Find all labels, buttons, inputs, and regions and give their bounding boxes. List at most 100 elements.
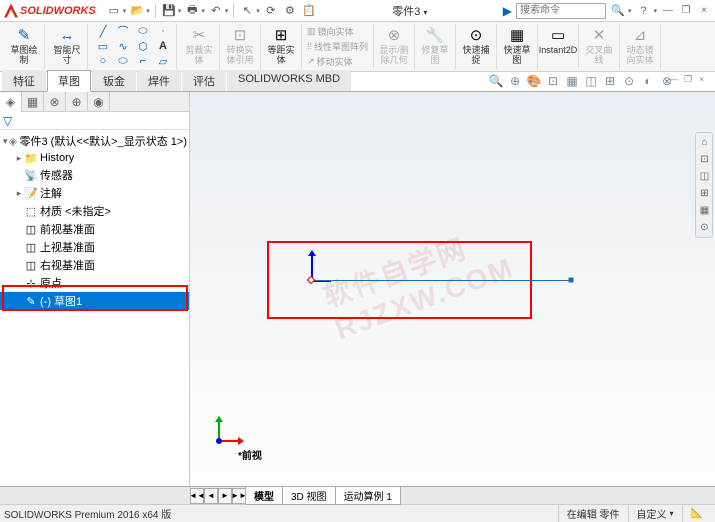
point-tool[interactable]: · xyxy=(153,24,173,38)
tree-node[interactable]: ▸📝注解 xyxy=(0,184,189,202)
dropdown-icon[interactable]: ▾ xyxy=(201,7,205,15)
line-tool[interactable]: ╱ xyxy=(93,24,113,38)
tab-SOLIDWORKS MBD[interactable]: SOLIDWORKS MBD xyxy=(227,70,351,91)
ribbon-button[interactable]: ⊙快速捕 捉 xyxy=(459,24,493,67)
dropdown-icon[interactable]: ▾ xyxy=(146,7,150,15)
sketch-origin-marker[interactable] xyxy=(307,276,315,284)
sidebar-tab-icon[interactable]: ◉ xyxy=(88,92,110,112)
sketch-button[interactable]: ✎ 草图绘 制 xyxy=(7,24,41,67)
view-tool-icon[interactable]: ⊞ xyxy=(602,73,618,89)
command-tabs: 特征草图钣金焊件评估SOLIDWORKS MBD 🔍⊕🎨⊡▦◫⊞⊙◐⊗ — ❐ … xyxy=(0,72,715,92)
scroll-first-icon[interactable]: ◄◄ xyxy=(190,488,204,504)
scroll-prev-icon[interactable]: ◄ xyxy=(204,488,218,504)
ribbon-button: ✂剪裁实 体 xyxy=(182,24,216,67)
sidebar-tab-icon[interactable]: ⊕ xyxy=(66,92,88,112)
sketch-tools-group: ╱ ▭ ○ ⌒ ∿ ⬭ ⬭ ⬡ ⌐ · A ▱ xyxy=(90,24,177,69)
tab-焊件[interactable]: 焊件 xyxy=(137,70,181,91)
ribbon-button: ✕交叉曲 线 xyxy=(582,24,616,67)
ribbon: ✎ 草图绘 制 ↔ 智能尺 寸 ╱ ▭ ○ ⌒ ∿ ⬭ ⬭ ⬡ ⌐ · A ▱ xyxy=(0,22,715,72)
circle-tool[interactable]: ○ xyxy=(93,54,113,68)
view-tool-icon[interactable]: 🔍 xyxy=(488,73,504,89)
tree-node[interactable]: ⊹原点 xyxy=(0,274,189,292)
minimize-button[interactable]: — xyxy=(661,4,675,18)
sketch-line[interactable] xyxy=(311,280,571,281)
taskpane-icon[interactable]: ⊞ xyxy=(697,186,712,201)
qat-undo-icon[interactable]: ↶ xyxy=(208,3,224,19)
bottom-tab[interactable]: 运动算例 1 xyxy=(335,486,401,505)
qat-new-icon[interactable]: ▭ xyxy=(106,3,122,19)
qat-rebuild-icon[interactable]: ⟳ xyxy=(263,3,279,19)
tree-node[interactable]: ◫前视基准面 xyxy=(0,220,189,238)
text-tool[interactable]: A xyxy=(153,39,173,53)
doc-min-icon[interactable]: — xyxy=(669,74,681,86)
quick-access-toolbar: ▭▾ 📂▾ 💾▾ 🖶▾ ↶▾ ↖▾ ⟳ ⚙ 📋 xyxy=(106,3,317,19)
sketch-endpoint[interactable] xyxy=(569,278,574,283)
orientation-triad[interactable] xyxy=(210,410,250,450)
sidebar-tab-icon[interactable]: ▦ xyxy=(22,92,44,112)
tab-钣金[interactable]: 钣金 xyxy=(92,70,136,91)
rect-tool[interactable]: ▭ xyxy=(93,39,113,53)
view-tool-icon[interactable]: ▦ xyxy=(564,73,580,89)
scroll-last-icon[interactable]: ►► xyxy=(232,488,246,504)
dropdown-icon[interactable]: ▾ xyxy=(256,7,260,15)
doc-close-icon[interactable]: × xyxy=(699,74,711,86)
fillet-tool[interactable]: ⌐ xyxy=(133,54,153,68)
arc-tool[interactable]: ⌒ xyxy=(113,24,133,38)
search-button-icon[interactable]: 🔍 xyxy=(610,3,626,19)
tree-node[interactable]: ✎(-) 草图1 xyxy=(0,292,189,310)
qat-print-icon[interactable]: 🖶 xyxy=(184,3,200,19)
slot-tool[interactable]: ⬭ xyxy=(133,24,153,38)
taskpane-icon[interactable]: ⊡ xyxy=(697,152,712,167)
qat-select-icon[interactable]: ↖ xyxy=(239,3,255,19)
ellipse-tool[interactable]: ⬭ xyxy=(113,54,133,68)
ribbon-button[interactable]: ▦快速草 图 xyxy=(500,24,534,67)
sidebar-tab-icon[interactable]: ◈ xyxy=(0,92,22,112)
dropdown-icon[interactable]: ▾ xyxy=(225,7,229,15)
tree-node[interactable]: 📡传感器 xyxy=(0,166,189,184)
dropdown-icon[interactable]: ▾ xyxy=(178,7,182,15)
taskpane-icon[interactable]: ◫ xyxy=(697,169,712,184)
filter-icon[interactable]: ▽ xyxy=(3,114,12,128)
view-tool-icon[interactable]: ⊡ xyxy=(545,73,561,89)
tree-root[interactable]: ▾◈零件3 (默认<<默认>_显示状态 1>) xyxy=(0,132,189,150)
view-orientation-label: *前视 xyxy=(238,447,262,462)
dropdown-icon[interactable]: ▾ xyxy=(123,7,127,15)
tab-特征[interactable]: 特征 xyxy=(2,70,46,91)
qat-save-icon[interactable]: 💾 xyxy=(161,3,177,19)
bottom-tab[interactable]: 模型 xyxy=(245,486,283,505)
smart-dimension-button[interactable]: ↔ 智能尺 寸 xyxy=(50,24,84,67)
feature-tree[interactable]: ▾◈零件3 (默认<<默认>_显示状态 1>)▸📁History📡传感器▸📝注解… xyxy=(0,130,189,486)
plane-tool[interactable]: ▱ xyxy=(153,54,173,68)
tree-node[interactable]: ▸📁History xyxy=(0,150,189,166)
qat-options-icon[interactable]: ⚙ xyxy=(282,3,298,19)
polygon-tool[interactable]: ⬡ xyxy=(133,39,153,53)
tree-node[interactable]: ◫右视基准面 xyxy=(0,256,189,274)
tab-草图[interactable]: 草图 xyxy=(47,70,91,92)
qat-settings-icon[interactable]: 📋 xyxy=(301,3,317,19)
ribbon-button[interactable]: ⊞等距实 体 xyxy=(264,24,298,67)
qat-open-icon[interactable]: 📂 xyxy=(129,3,145,19)
help-button[interactable]: ? xyxy=(635,3,651,19)
view-tool-icon[interactable]: ⊕ xyxy=(507,73,523,89)
tree-node[interactable]: ◫上视基准面 xyxy=(0,238,189,256)
close-button[interactable]: × xyxy=(697,4,711,18)
tree-node[interactable]: ⬚材质 <未指定> xyxy=(0,202,189,220)
sidebar-tab-icon[interactable]: ⊗ xyxy=(44,92,66,112)
scroll-next-icon[interactable]: ► xyxy=(218,488,232,504)
tab-评估[interactable]: 评估 xyxy=(182,70,226,91)
view-tool-icon[interactable]: ◫ xyxy=(583,73,599,89)
app-name: SOLIDWORKS xyxy=(20,5,96,17)
bottom-tab[interactable]: 3D 视图 xyxy=(282,486,336,505)
spline-tool[interactable]: ∿ xyxy=(113,39,133,53)
graphics-viewport[interactable]: 软件自学网 RJZXW.COM *前视 ⌂⊡◫⊞▦⊙ xyxy=(190,92,715,486)
taskpane-icon[interactable]: ⌂ xyxy=(697,135,712,150)
restore-button[interactable]: ❐ xyxy=(679,4,693,18)
view-tool-icon[interactable]: ◐ xyxy=(640,73,656,89)
view-tool-icon[interactable]: ⊙ xyxy=(621,73,637,89)
ribbon-button[interactable]: ▭Instant2D xyxy=(541,24,575,57)
taskpane-icon[interactable]: ⊙ xyxy=(697,220,712,235)
view-tool-icon[interactable]: 🎨 xyxy=(526,73,542,89)
doc-restore-icon[interactable]: ❐ xyxy=(684,74,696,86)
search-input[interactable] xyxy=(516,3,606,19)
taskpane-icon[interactable]: ▦ xyxy=(697,203,712,218)
